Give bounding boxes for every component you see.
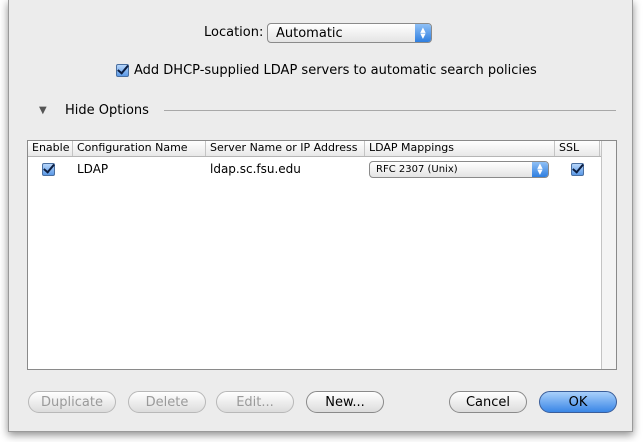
column-header-server[interactable]: Server Name or IP Address: [206, 141, 365, 156]
dhcp-checkbox[interactable]: [116, 64, 129, 77]
hide-options-toggle[interactable]: ▼ Hide Options: [39, 103, 149, 118]
location-popup-value: Automatic: [276, 25, 343, 41]
ldap-mappings-popup[interactable]: RFC 2307 (Unix) ▲ ▼: [369, 160, 549, 178]
popup-arrows-icon: ▲ ▼: [532, 161, 548, 177]
table-scrollbar[interactable]: [601, 141, 616, 369]
column-header-enable[interactable]: Enable: [28, 141, 73, 156]
hide-options-label: Hide Options: [65, 103, 149, 118]
ldap-mappings-value: RFC 2307 (Unix): [376, 163, 458, 175]
dhcp-checkbox-label: Add DHCP-supplied LDAP servers to automa…: [134, 63, 537, 78]
enable-checkbox[interactable]: [42, 163, 55, 176]
ssl-cell: [555, 162, 600, 176]
new-button[interactable]: New...: [306, 391, 384, 413]
enable-cell: [28, 162, 73, 176]
table-header: Enable Configuration Name Server Name or…: [28, 141, 616, 157]
duplicate-button[interactable]: Duplicate: [28, 391, 116, 413]
ok-button[interactable]: OK: [539, 391, 617, 413]
options-divider: [164, 110, 616, 111]
table-row[interactable]: LDAP ldap.sc.fsu.edu RFC 2307 (Unix) ▲ ▼: [28, 159, 600, 179]
cancel-button[interactable]: Cancel: [449, 391, 527, 413]
location-popup[interactable]: Automatic ▲ ▼: [267, 23, 432, 43]
disclosure-triangle-icon[interactable]: ▼: [39, 105, 65, 116]
ssl-checkbox[interactable]: [571, 163, 584, 176]
ldap-config-table[interactable]: Enable Configuration Name Server Name or…: [27, 140, 617, 370]
column-header-ssl[interactable]: SSL: [555, 141, 600, 156]
delete-button[interactable]: Delete: [128, 391, 206, 413]
config-name-cell[interactable]: LDAP: [73, 162, 206, 176]
edit-button[interactable]: Edit...: [216, 391, 294, 413]
column-header-config-name[interactable]: Configuration Name: [73, 141, 206, 156]
mappings-cell: RFC 2307 (Unix) ▲ ▼: [365, 160, 555, 178]
location-label: Location:: [204, 25, 264, 40]
ldap-settings-sheet: Location: Automatic ▲ ▼ Add DHCP-supplied…: [8, 0, 633, 432]
server-cell[interactable]: ldap.sc.fsu.edu: [206, 162, 365, 176]
column-header-mappings[interactable]: LDAP Mappings: [365, 141, 555, 156]
popup-arrows-icon: ▲ ▼: [415, 24, 431, 42]
dhcp-ldap-option[interactable]: Add DHCP-supplied LDAP servers to automa…: [116, 63, 537, 78]
